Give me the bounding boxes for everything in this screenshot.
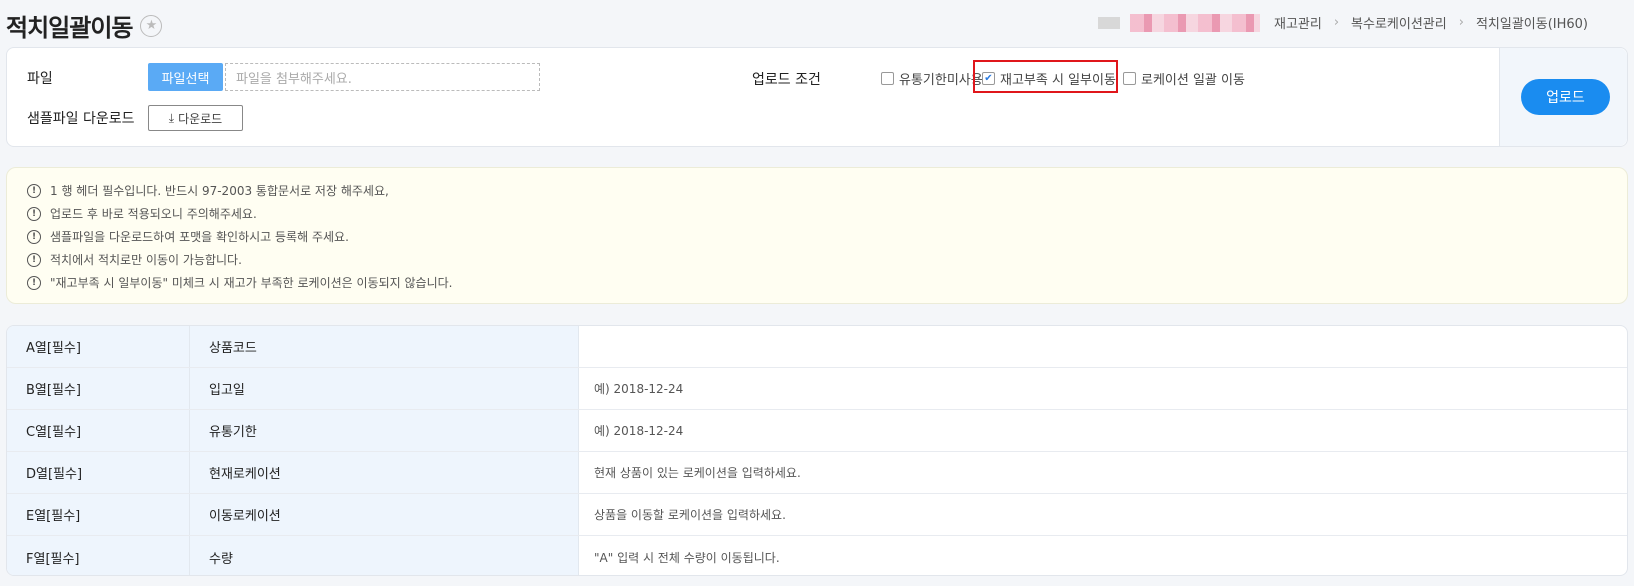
table-row: C열[필수] 유통기한 예) 2018-12-24: [7, 410, 1627, 452]
column-name: 입고일: [189, 368, 578, 409]
user-info-redacted: [1098, 13, 1260, 32]
file-path-input[interactable]: 파일을 첨부해주세요.: [225, 63, 540, 91]
column-description: [578, 326, 1627, 367]
column-letter: A열[필수]: [7, 326, 189, 367]
column-letter: C열[필수]: [7, 410, 189, 451]
download-icon: ⤓: [168, 110, 175, 125]
column-letter: E열[필수]: [7, 494, 189, 535]
file-label: 파일: [27, 71, 53, 87]
breadcrumb-item[interactable]: 적치일괄이동(IH60): [1476, 13, 1588, 32]
checkbox-icon[interactable]: [1123, 72, 1136, 85]
option-bulk-location[interactable]: 로케이션 일괄 이동: [1123, 69, 1245, 88]
notice-item: ! "재고부족 시 일부이동" 미체크 시 재고가 부족한 로케이션은 이동되지…: [27, 271, 1627, 294]
notice-text: 1 행 헤더 필수입니다. 반드시 97-2003 통합문서로 저장 해주세요,: [50, 184, 389, 198]
notice-item: ! 샘플파일을 다운로드하여 포맷을 확인하시고 등록해 주세요.: [27, 225, 1627, 248]
exclamation-icon: !: [27, 275, 41, 290]
breadcrumb-item[interactable]: 복수로케이션관리: [1351, 13, 1447, 32]
upload-button[interactable]: 업로드: [1521, 79, 1610, 115]
notice-text: "재고부족 시 일부이동" 미체크 시 재고가 부족한 로케이션은 이동되지 않…: [50, 276, 453, 290]
table-row: E열[필수] 이동로케이션 상품을 이동할 로케이션을 입력하세요.: [7, 494, 1627, 536]
page-header: 적치일괄이동 ★: [6, 8, 163, 43]
breadcrumb: 재고관리 › 복수로케이션관리 › 적치일괄이동(IH60): [1098, 13, 1588, 32]
notice-text: 적치에서 적치로만 이동이 가능합니다.: [50, 253, 242, 267]
column-description: 현재 상품이 있는 로케이션을 입력하세요.: [578, 452, 1627, 493]
column-letter: D열[필수]: [7, 452, 189, 493]
breadcrumb-item[interactable]: 재고관리: [1274, 13, 1322, 32]
exclamation-icon: !: [27, 252, 41, 267]
notice-text: 업로드 후 바로 적용되오니 주의해주세요.: [50, 207, 257, 221]
table-row: B열[필수] 입고일 예) 2018-12-24: [7, 368, 1627, 410]
option-no-expiry[interactable]: 유통기한미사용: [881, 69, 983, 88]
column-description: 상품을 이동할 로케이션을 입력하세요.: [578, 494, 1627, 535]
file-select-button[interactable]: 파일선택: [148, 63, 223, 91]
column-name: 상품코드: [189, 326, 578, 367]
upload-panel: 파일 파일선택 파일을 첨부해주세요. 샘플파일 다운로드 ⤓ 다운로드 업로드…: [6, 47, 1628, 147]
notice-item: ! 적치에서 적치로만 이동이 가능합니다.: [27, 248, 1627, 271]
checkbox-icon[interactable]: [881, 72, 894, 85]
upload-condition-label: 업로드 조건: [752, 72, 821, 88]
table-row: D열[필수] 현재로케이션 현재 상품이 있는 로케이션을 입력하세요.: [7, 452, 1627, 494]
exclamation-icon: !: [27, 206, 41, 221]
chevron-right-icon: ›: [1458, 15, 1464, 30]
star-icon[interactable]: ★: [140, 14, 163, 37]
table-row: F열[필수] 수량 "A" 입력 시 전체 수량이 이동됩니다.: [7, 536, 1627, 575]
column-letter: F열[필수]: [7, 536, 189, 575]
exclamation-icon: !: [27, 183, 41, 198]
option-label: 로케이션 일괄 이동: [1141, 73, 1245, 88]
notice-item: ! 업로드 후 바로 적용되오니 주의해주세요.: [27, 202, 1627, 225]
column-name: 이동로케이션: [189, 494, 578, 535]
page-title: 적치일괄이동: [6, 14, 133, 42]
table-row: A열[필수] 상품코드: [7, 326, 1627, 368]
notice-box: ! 1 행 헤더 필수입니다. 반드시 97-2003 통합문서로 저장 해주세…: [6, 167, 1628, 304]
chevron-right-icon: ›: [1333, 15, 1340, 30]
column-description: "A" 입력 시 전체 수량이 이동됩니다.: [578, 536, 1627, 575]
column-description: 예) 2018-12-24: [578, 410, 1627, 451]
highlight-box: [973, 60, 1118, 93]
column-name: 수량: [189, 536, 578, 575]
column-description: 예) 2018-12-24: [578, 368, 1627, 409]
download-button[interactable]: ⤓ 다운로드: [148, 105, 243, 131]
column-name: 유통기한: [189, 410, 578, 451]
column-spec-table: A열[필수] 상품코드 B열[필수] 입고일 예) 2018-12-24 C열[…: [6, 325, 1628, 576]
column-letter: B열[필수]: [7, 368, 189, 409]
sample-download-label: 샘플파일 다운로드: [27, 111, 135, 127]
notice-text: 샘플파일을 다운로드하여 포맷을 확인하시고 등록해 주세요.: [50, 230, 349, 244]
option-label: 유통기한미사용: [899, 73, 983, 88]
upload-action-area: 업로드: [1499, 48, 1627, 146]
download-button-label: 다운로드: [178, 111, 223, 126]
notice-item: ! 1 행 헤더 필수입니다. 반드시 97-2003 통합문서로 저장 해주세…: [27, 179, 1627, 202]
column-name: 현재로케이션: [189, 452, 578, 493]
exclamation-icon: !: [27, 229, 41, 244]
